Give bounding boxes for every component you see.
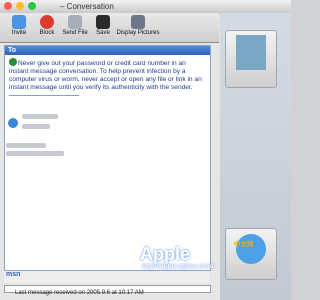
- buddy-picture[interactable]: [225, 30, 277, 88]
- compose-toolbar: [4, 271, 209, 283]
- display-pictures-button[interactable]: Display Pictures: [116, 15, 160, 36]
- warning-icon: [9, 58, 17, 66]
- title-bar: – Conversation: [0, 0, 291, 14]
- window-title: – Conversation: [60, 2, 114, 11]
- save-label: Save: [96, 30, 110, 36]
- display-pictures-icon: [131, 15, 145, 29]
- blurred-line: [6, 151, 64, 156]
- invite-icon: [12, 15, 26, 29]
- block-button[interactable]: Block: [32, 15, 62, 36]
- send-file-icon: [68, 15, 82, 29]
- toolbar: Invite Block Send File Save Display Pict…: [0, 13, 219, 43]
- save-button[interactable]: Save: [88, 15, 118, 36]
- warning-text: Never give out your password or credit c…: [9, 60, 202, 91]
- watermark-url: http://apple.tgbus.com/: [142, 263, 214, 270]
- minimize-button[interactable]: [15, 2, 24, 10]
- security-warning: Never give out your password or credit c…: [5, 55, 210, 92]
- to-label: To: [8, 47, 17, 54]
- watermark-brand: Apple: [140, 244, 191, 264]
- msn-logo: msn: [6, 271, 21, 278]
- send-file-button[interactable]: Send File: [60, 15, 90, 36]
- chat-transcript[interactable]: To Never give out your password or credi…: [4, 45, 211, 271]
- display-pictures-label: Display Pictures: [116, 30, 160, 36]
- save-icon: [96, 15, 110, 29]
- blurred-line: [6, 143, 46, 148]
- blurred-message: [22, 124, 50, 129]
- watermark-cn: 中文网: [234, 241, 254, 248]
- zoom-button[interactable]: [27, 2, 36, 10]
- block-label: Block: [39, 30, 55, 36]
- window-controls: [4, 2, 38, 12]
- buddy-avatar-icon: [8, 118, 18, 128]
- block-icon: [40, 15, 54, 29]
- divider: [9, 95, 79, 96]
- status-text: Last message received on 2005.9.6 at 10:…: [15, 290, 144, 296]
- blurred-name: [22, 114, 58, 119]
- conversation-window: – Conversation Invite Block Send File Sa…: [0, 0, 291, 300]
- my-picture[interactable]: [225, 228, 277, 280]
- to-bar: To: [5, 46, 210, 55]
- send-file-label: Send File: [62, 30, 88, 36]
- buddy-photo: [236, 35, 266, 70]
- close-button[interactable]: [4, 2, 12, 10]
- invite-label: Invite: [11, 30, 27, 36]
- invite-button[interactable]: Invite: [4, 15, 34, 36]
